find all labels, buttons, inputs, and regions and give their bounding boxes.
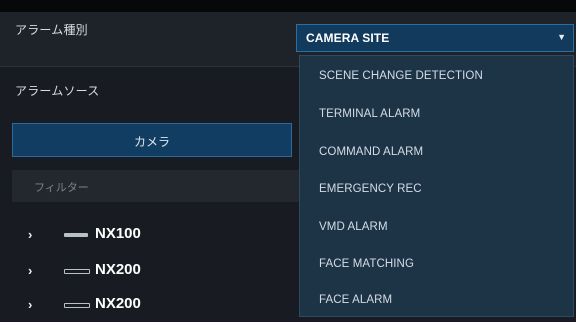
alarm-type-selected-value: CAMERA SITE [306, 31, 390, 45]
tree-item[interactable]: › NX100 [0, 220, 300, 250]
tree-item-label: NX100 [95, 225, 141, 242]
alarm-type-label: アラーム種別 [15, 23, 88, 37]
dropdown-option[interactable]: TERMINAL ALARM [319, 108, 420, 120]
alarm-type-dropdown-menu: SCENE CHANGE DETECTION TERMINAL ALARM CO… [299, 55, 574, 317]
caret-down-icon[interactable]: ▼ [557, 32, 566, 42]
window-top-bar [0, 0, 576, 12]
camera-button[interactable]: カメラ [12, 123, 292, 157]
alarm-source-label: アラームソース [15, 84, 100, 98]
filter-input[interactable]: フィルター [12, 170, 302, 202]
dropdown-option[interactable]: COMMAND ALARM [319, 146, 423, 158]
camera-button-label: カメラ [133, 135, 170, 149]
tree-item-label: NX200 [95, 295, 141, 312]
tree-item[interactable]: › NX200 [0, 290, 300, 320]
chevron-right-icon[interactable]: › [28, 227, 32, 242]
dropdown-option[interactable]: EMERGENCY REC [319, 183, 422, 195]
chevron-right-icon[interactable]: › [28, 297, 32, 312]
device-outline-icon [64, 303, 90, 308]
filter-placeholder: フィルター [34, 182, 89, 194]
device-icon [64, 233, 88, 237]
tree-item[interactable]: › NX200 [0, 256, 300, 286]
chevron-right-icon[interactable]: › [28, 263, 32, 278]
dropdown-option[interactable]: FACE ALARM [319, 294, 392, 306]
dropdown-option[interactable]: VMD ALARM [319, 221, 388, 233]
dropdown-option[interactable]: FACE MATCHING [319, 258, 414, 270]
device-outline-icon [64, 269, 90, 274]
alarm-type-select[interactable]: CAMERA SITE ▼ [296, 24, 574, 52]
tree-item-label: NX200 [95, 261, 141, 278]
dropdown-option[interactable]: SCENE CHANGE DETECTION [319, 70, 483, 82]
